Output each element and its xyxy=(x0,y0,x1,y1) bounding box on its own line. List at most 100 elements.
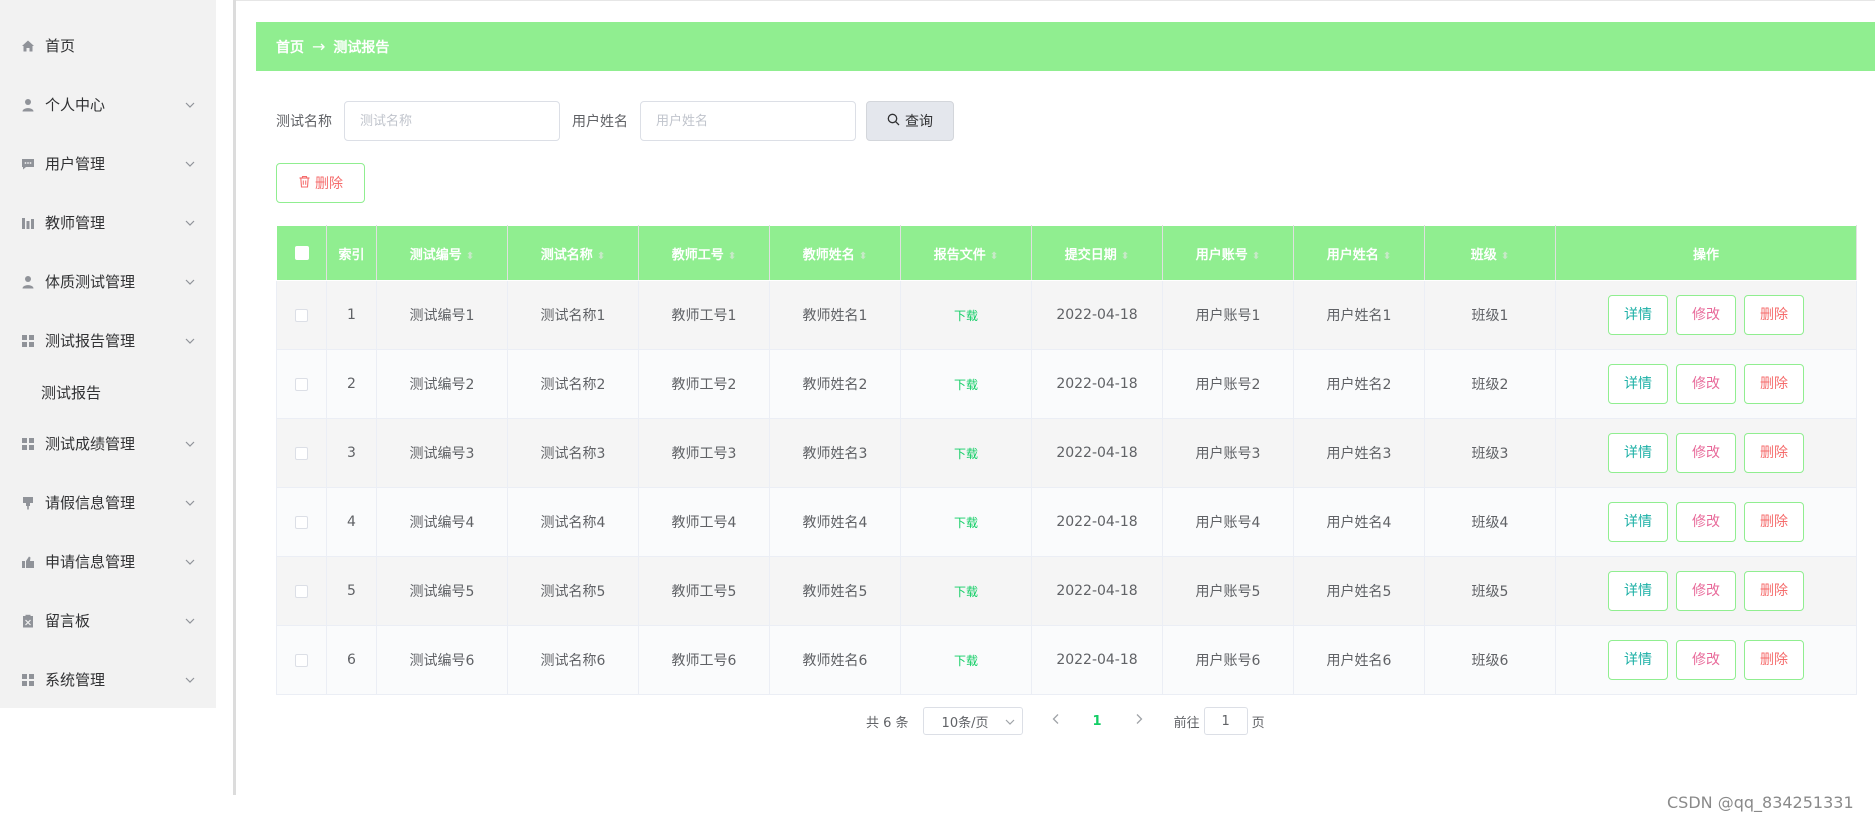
row-select-cell[interactable] xyxy=(276,418,327,488)
sort-icon[interactable]: ⬍ xyxy=(1501,251,1509,262)
select-all-checkbox[interactable] xyxy=(294,246,309,260)
column-header-actions: 操作 xyxy=(1555,225,1857,281)
sort-icon[interactable]: ⬍ xyxy=(1252,251,1260,262)
row-select-cell[interactable] xyxy=(276,280,327,350)
row-checkbox[interactable] xyxy=(295,446,308,460)
sidebar-item-fitness-test[interactable]: 体质测试管理 xyxy=(0,252,216,311)
row-checkbox[interactable] xyxy=(295,584,308,598)
query-button[interactable]: 查询 xyxy=(866,101,954,141)
sidebar-item-label: 测试成绩管理 xyxy=(45,435,136,453)
column-header-user-name[interactable]: 用户姓名 ⬍ xyxy=(1293,225,1425,281)
cell-index: 3 xyxy=(326,418,377,488)
edit-button[interactable]: 修改 xyxy=(1676,433,1736,473)
download-link[interactable]: 下载 xyxy=(954,309,978,323)
row-select-cell[interactable] xyxy=(276,349,327,419)
detail-button[interactable]: 详情 xyxy=(1608,295,1668,335)
column-header-user-account[interactable]: 用户账号 ⬍ xyxy=(1162,225,1294,281)
sidebar-item-system-management[interactable]: 系统管理 xyxy=(0,650,216,709)
header-label: 测试名称 xyxy=(540,247,593,263)
download-link[interactable]: 下载 xyxy=(954,447,978,461)
cell-submit-date: 2022-04-18 xyxy=(1031,349,1163,419)
row-checkbox[interactable] xyxy=(295,308,308,322)
row-select-cell[interactable] xyxy=(276,487,327,557)
sort-icon[interactable]: ⬍ xyxy=(466,251,474,262)
cell-test-name: 测试名称6 xyxy=(507,625,639,695)
sort-icon[interactable]: ⬍ xyxy=(597,251,605,262)
goto-page-input[interactable] xyxy=(1203,707,1248,735)
row-checkbox[interactable] xyxy=(295,653,308,667)
sidebar-subitem-label: 测试报告 xyxy=(41,384,102,402)
sidebar-item-teacher-management[interactable]: 教师管理 xyxy=(0,193,216,252)
sort-icon[interactable]: ⬍ xyxy=(728,251,736,262)
detail-button[interactable]: 详情 xyxy=(1608,502,1668,542)
detail-button[interactable]: 详情 xyxy=(1608,364,1668,404)
pagination: 共 6 条 10条/页 1 前往 页 xyxy=(866,706,1265,736)
batch-delete-button[interactable]: 删除 xyxy=(276,163,365,203)
top-divider xyxy=(236,0,1875,1)
download-link[interactable]: 下载 xyxy=(954,585,978,599)
sort-icon[interactable]: ⬍ xyxy=(990,251,998,262)
prev-page-icon[interactable] xyxy=(1051,713,1061,729)
row-checkbox[interactable] xyxy=(295,515,308,529)
sidebar-item-report-management[interactable]: 测试报告管理 xyxy=(0,311,216,370)
delete-button[interactable]: 删除 xyxy=(1744,433,1804,473)
sort-icon[interactable]: ⬍ xyxy=(1383,251,1391,262)
cell-report-file: 下载 xyxy=(900,487,1032,557)
table-row: 2 测试编号2 测试名称2 教师工号2 教师姓名2 下载 2022-04-18 … xyxy=(276,349,1857,419)
sidebar-item-application-management[interactable]: 申请信息管理 xyxy=(0,532,216,591)
edit-button[interactable]: 修改 xyxy=(1676,364,1736,404)
page-number-current[interactable]: 1 xyxy=(1093,714,1102,729)
detail-button[interactable]: 详情 xyxy=(1608,640,1668,680)
sidebar-subitem-test-report[interactable]: 测试报告 xyxy=(0,370,216,415)
sort-icon[interactable]: ⬍ xyxy=(859,251,867,262)
edit-button[interactable]: 修改 xyxy=(1676,640,1736,680)
delete-button[interactable]: 删除 xyxy=(1744,640,1804,680)
chevron-down-icon xyxy=(185,220,195,226)
column-header-teacher-no[interactable]: 教师工号 ⬍ xyxy=(638,225,770,281)
delete-button[interactable]: 删除 xyxy=(1744,502,1804,542)
delete-button[interactable]: 删除 xyxy=(1744,295,1804,335)
column-header-report-file[interactable]: 报告文件 ⬍ xyxy=(900,225,1032,281)
select-all-header[interactable] xyxy=(276,225,327,281)
download-link[interactable]: 下载 xyxy=(954,516,978,530)
download-link[interactable]: 下载 xyxy=(954,654,978,668)
sidebar-item-label: 体质测试管理 xyxy=(45,273,136,291)
row-checkbox[interactable] xyxy=(295,377,308,391)
chevron-down-icon xyxy=(1005,719,1014,725)
column-header-submit-date[interactable]: 提交日期 ⬍ xyxy=(1031,225,1163,281)
pagination-total: 共 6 条 xyxy=(866,715,909,731)
sidebar-item-user-management[interactable]: 用户管理 xyxy=(0,134,216,193)
cell-teacher-name: 教师姓名5 xyxy=(769,556,901,626)
sidebar-item-label: 测试报告管理 xyxy=(45,332,136,350)
edit-button[interactable]: 修改 xyxy=(1676,295,1736,335)
next-page-icon[interactable] xyxy=(1134,713,1144,729)
sort-icon[interactable]: ⬍ xyxy=(1121,251,1129,262)
cell-index: 6 xyxy=(326,625,377,695)
page-size-select[interactable]: 10条/页 xyxy=(922,707,1023,735)
delete-button[interactable]: 删除 xyxy=(1744,364,1804,404)
row-select-cell[interactable] xyxy=(276,625,327,695)
row-select-cell[interactable] xyxy=(276,556,327,626)
column-header-teacher-name[interactable]: 教师姓名 ⬍ xyxy=(769,225,901,281)
chevron-down-icon xyxy=(185,279,195,285)
sidebar-item-home[interactable]: 首页 xyxy=(0,16,216,75)
sidebar-item-message-board[interactable]: 留言板 xyxy=(0,591,216,650)
header-label: 提交日期 xyxy=(1064,247,1117,263)
search-form: 测试名称 用户姓名 查询 xyxy=(276,101,954,141)
sidebar-item-leave-management[interactable]: 请假信息管理 xyxy=(0,473,216,532)
user-name-input[interactable] xyxy=(640,101,856,141)
edit-button[interactable]: 修改 xyxy=(1676,571,1736,611)
column-header-class[interactable]: 班级 ⬍ xyxy=(1424,225,1556,281)
pin-icon xyxy=(20,495,36,511)
delete-button[interactable]: 删除 xyxy=(1744,571,1804,611)
column-header-test-name[interactable]: 测试名称 ⬍ xyxy=(507,225,639,281)
breadcrumb-home[interactable]: 首页 xyxy=(276,37,304,57)
download-link[interactable]: 下载 xyxy=(954,378,978,392)
edit-button[interactable]: 修改 xyxy=(1676,502,1736,542)
sidebar-item-score-management[interactable]: 测试成绩管理 xyxy=(0,414,216,473)
sidebar-item-personal-center[interactable]: 个人中心 xyxy=(0,75,216,134)
column-header-test-code[interactable]: 测试编号 ⬍ xyxy=(376,225,508,281)
detail-button[interactable]: 详情 xyxy=(1608,571,1668,611)
test-name-input[interactable] xyxy=(344,101,560,141)
detail-button[interactable]: 详情 xyxy=(1608,433,1668,473)
